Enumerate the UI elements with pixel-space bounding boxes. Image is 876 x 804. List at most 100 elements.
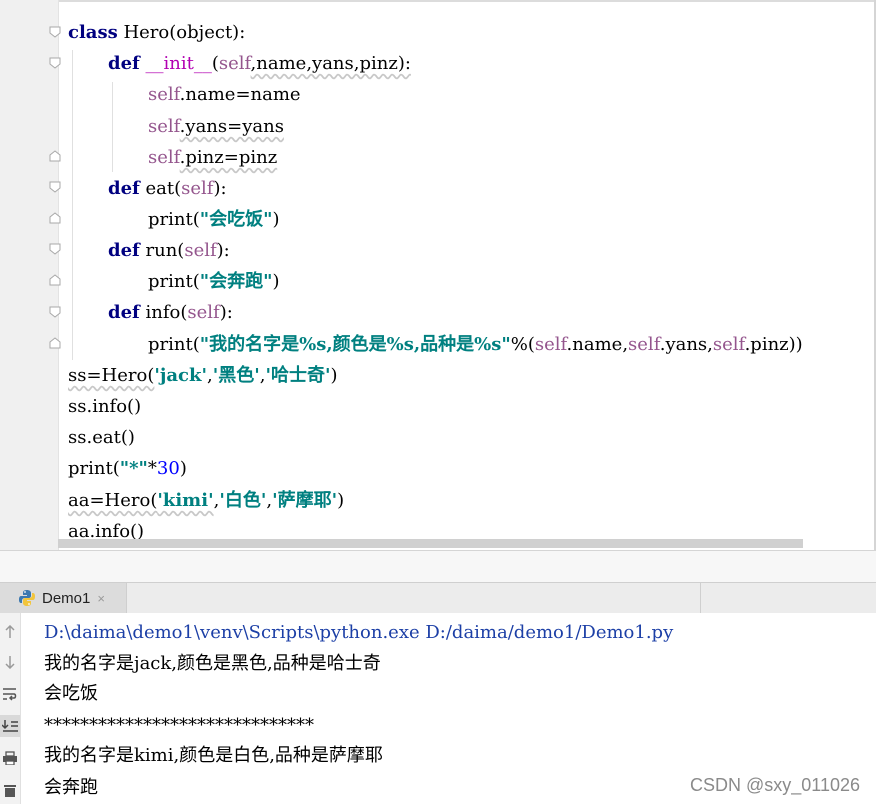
tab-demo1[interactable]: Demo1 ×	[0, 583, 126, 613]
code-token: print(	[148, 209, 200, 230]
fold-close-icon[interactable]	[49, 274, 61, 286]
code-line[interactable]: ss.eat()	[68, 425, 135, 451]
console-output-line: 会吃饭	[44, 683, 98, 704]
code-token: ss.info()	[68, 396, 142, 417]
console-output-line: 我的名字是jack,颜色是黑色,品种是哈士奇	[44, 653, 381, 674]
code-token: '黑色'	[212, 365, 260, 386]
code-token: "我的名字是%s,颜色是%s,品种是%s"	[199, 334, 511, 355]
code-token: def	[108, 53, 140, 74]
code-token: print(	[148, 271, 200, 292]
fold-open-icon[interactable]	[49, 306, 61, 318]
code-token: self	[534, 334, 567, 355]
code-line[interactable]: print("会吃饭")	[148, 207, 280, 233]
soft-wrap-icon[interactable]	[0, 683, 20, 705]
code-token: ,name,yans,pinz):	[250, 53, 411, 74]
code-token: '白色'	[219, 490, 267, 511]
code-line[interactable]: def info(self):	[108, 300, 233, 326]
code-token: self	[187, 302, 220, 323]
code-token: ):	[213, 178, 227, 199]
code-token: "会吃饭"	[199, 209, 273, 230]
arrow-down-icon[interactable]	[0, 651, 20, 673]
code-line[interactable]: aa=Hero('kimi','白色','萨摩耶')	[68, 488, 344, 514]
code-token: .yans,	[659, 334, 713, 355]
fold-close-icon[interactable]	[49, 150, 61, 162]
code-token: print(	[148, 334, 200, 355]
code-line[interactable]: def __init__(self,name,yans,pinz):	[108, 51, 411, 77]
code-line[interactable]: def eat(self):	[108, 176, 227, 202]
code-token: print(	[68, 458, 120, 479]
panel-divider[interactable]	[0, 550, 876, 583]
code-token: "*"	[119, 458, 148, 479]
tab-label: Demo1	[42, 589, 91, 607]
arrow-up-icon[interactable]	[0, 621, 20, 643]
code-token: .yans=yans	[179, 116, 284, 137]
console-output-line: 我的名字是kimi,颜色是白色,品种是萨摩耶	[44, 745, 383, 766]
code-line[interactable]: print("*"*30)	[68, 456, 187, 482]
code-token: )	[272, 209, 280, 230]
fold-close-icon[interactable]	[49, 212, 61, 224]
scroll-to-end-icon[interactable]	[0, 715, 20, 737]
code-token: .name,	[566, 334, 629, 355]
code-token: run(	[139, 240, 185, 261]
scrollbar-thumb[interactable]	[58, 539, 803, 548]
code-token: )	[330, 365, 338, 386]
header-separator	[126, 583, 127, 613]
code-token: self	[628, 334, 660, 355]
editor-top-border	[0, 0, 876, 2]
code-line[interactable]: print("我的名字是%s,颜色是%s,品种是%s"%(self.name,s…	[148, 332, 803, 358]
code-token: self	[148, 147, 180, 168]
code-token: .pinz))	[744, 334, 803, 355]
code-token: self	[184, 240, 217, 261]
fold-open-icon[interactable]	[49, 181, 61, 193]
watermark: CSDN @sxy_011026	[689, 775, 860, 795]
code-token: self	[181, 178, 214, 199]
code-token: eat(	[139, 178, 182, 199]
indent-guide	[112, 82, 113, 172]
code-token: )	[337, 490, 345, 511]
python-icon	[19, 590, 35, 606]
close-icon[interactable]: ×	[97, 591, 105, 606]
indent-guide	[72, 50, 73, 360]
code-token: ss=Hero(	[68, 365, 155, 386]
code-token: __init__	[139, 53, 212, 74]
horizontal-scrollbar[interactable]	[58, 539, 803, 548]
fold-open-icon[interactable]	[49, 57, 61, 69]
code-line[interactable]: def run(self):	[108, 238, 230, 264]
code-token: 30	[156, 458, 180, 479]
fold-open-icon[interactable]	[49, 243, 61, 255]
code-line[interactable]: self.yans=yans	[148, 114, 284, 140]
code-token: (	[211, 53, 219, 74]
code-line[interactable]: ss=Hero('jack','黑色','哈士奇')	[68, 363, 338, 389]
print-icon[interactable]	[0, 747, 20, 769]
code-line[interactable]: ss.info()	[68, 394, 141, 420]
fold-close-icon[interactable]	[49, 337, 61, 349]
code-token: info(	[139, 302, 188, 323]
code-token: ss.eat()	[68, 427, 135, 448]
trash-icon[interactable]	[0, 779, 20, 801]
code-token: .name=name	[179, 84, 301, 105]
code-token: "会奔跑"	[199, 271, 273, 292]
code-token: '哈士奇'	[265, 365, 331, 386]
code-line[interactable]: self.pinz=pinz	[148, 145, 277, 171]
code-token: self	[218, 53, 251, 74]
code-token: .pinz=pinz	[179, 147, 278, 168]
code-token: def	[108, 178, 140, 199]
code-token: class	[68, 22, 118, 43]
console-command-line: D:\daima\demo1\venv\Scripts\python.exe D…	[44, 622, 674, 643]
code-token: 'jack'	[154, 365, 208, 386]
code-token: '萨摩耶'	[272, 490, 338, 511]
code-token: )	[179, 458, 187, 479]
code-token: self	[712, 334, 745, 355]
fold-open-icon[interactable]	[49, 26, 61, 38]
code-token: )	[272, 271, 280, 292]
code-editor[interactable]: class Hero(object): def __init__(self,na…	[0, 0, 876, 550]
code-token: ):	[219, 302, 233, 323]
code-line[interactable]: print("会奔跑")	[148, 269, 280, 295]
header-separator	[700, 583, 701, 613]
console-toolbar	[0, 613, 21, 804]
code-token: ):	[216, 240, 230, 261]
code-token: self	[148, 84, 180, 105]
code-line[interactable]: self.name=name	[148, 82, 301, 108]
code-token: %(	[510, 334, 535, 355]
code-line[interactable]: class Hero(object):	[68, 20, 245, 46]
